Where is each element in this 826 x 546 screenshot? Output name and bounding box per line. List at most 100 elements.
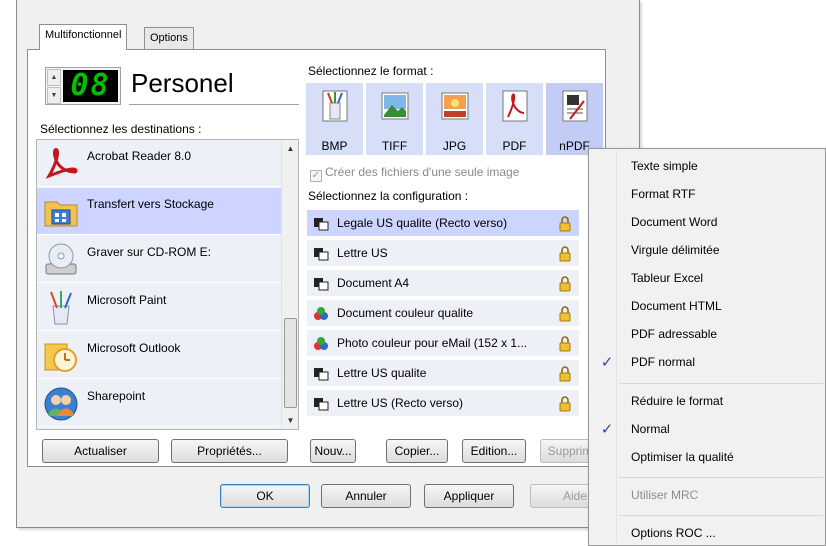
destination-label: Transfert vers Stockage [87,197,214,211]
new-config-button[interactable]: Nouv... [310,439,356,463]
lock-icon [559,396,571,412]
outlook-icon [44,343,77,372]
menu-item-reduire-le-format[interactable]: Réduire le format [631,394,723,408]
format-bmp[interactable]: BMP [306,83,363,155]
menu-item-virgule-delimitee[interactable]: Virgule délimitée [631,243,720,257]
list-item[interactable]: Document couleur qualite [307,300,579,328]
format-options-menu: Texte simple Format RTF Document Word Vi… [588,148,826,546]
scroll-thumb[interactable] [284,318,297,408]
menu-item-optimiser-la-qualite[interactable]: Optimiser la qualité [631,450,734,464]
bw-scan-icon [314,218,329,231]
cancel-button[interactable]: Annuler [321,484,411,508]
single-image-label: Créer des fichiers d'une seule image [325,165,520,179]
destination-list: Acrobat Reader 8.0 Transfert vers Stocka… [36,139,299,430]
format-label-pdf: PDF [502,139,527,153]
menu-item-texte-simple[interactable]: Texte simple [631,159,698,173]
lock-icon [559,366,571,382]
cd-drive-icon [45,243,77,275]
scroll-down-arrow-icon[interactable]: ▼ [282,412,298,429]
format-tiff[interactable]: TIFF [366,83,423,155]
bmp-icon [322,90,348,122]
menu-item-options-roc[interactable]: Options ROC ... [631,526,716,540]
tab-multifonctionnel[interactable]: Multifonctionnel [39,24,128,50]
scroll-up-arrow-icon[interactable]: ▲ [282,140,298,157]
configuration-label: Lettre US [337,246,388,260]
menu-item-normal[interactable]: Normal [631,422,670,436]
counter-down-button[interactable]: ▼ [47,87,61,104]
list-item[interactable]: Sharepoint [37,380,283,427]
list-item[interactable]: Graver sur CD-ROM E: [37,236,283,283]
copy-config-button[interactable]: Copier... [386,439,448,463]
menu-item-format-rtf[interactable]: Format RTF [631,187,695,201]
menu-item-pdf-adressable[interactable]: PDF adressable [631,327,717,341]
profile-name: Personel [131,68,234,98]
checkbox-checked-icon: ✓ [310,170,322,182]
list-item[interactable]: Document A4 [307,270,579,298]
bw-scan-icon [314,248,329,261]
lock-icon [559,216,571,232]
list-item[interactable]: Photo couleur pour eMail (152 x 1... [307,330,579,358]
menu-separator [619,383,823,384]
color-scan-icon [314,307,328,320]
tab-panel: ▲ ▼ 08 Personel Sélectionnez les destina… [27,49,606,467]
menu-separator [619,515,823,516]
jpg-icon [441,92,469,120]
acrobat-icon [45,148,78,179]
list-item[interactable]: Lettre US [307,240,579,268]
single-image-checkbox[interactable]: ✓ Créer des fichiers d'une seule image [310,165,519,182]
destination-label: Microsoft Paint [87,293,167,307]
menu-gutter [616,151,617,543]
format-label: Sélectionnez le format : [308,64,434,78]
list-item[interactable]: Lettre US qualite [307,360,579,388]
menu-item-tableur-excel[interactable]: Tableur Excel [631,271,703,285]
counter-display: 08 [63,70,118,102]
menu-item-document-word[interactable]: Document Word [631,215,717,229]
sharepoint-icon [44,387,78,421]
menu-item-utiliser-mrc[interactable]: Utiliser MRC [631,488,698,502]
destinations-label: Sélectionnez les destinations : [40,122,202,136]
destination-scrollbar[interactable]: ▲ ▼ [281,140,298,429]
color-scan-icon [314,337,328,350]
format-jpg[interactable]: JPG [426,83,483,155]
configuration-label: Lettre US (Recto verso) [337,396,464,410]
destination-label: Graver sur CD-ROM E: [87,245,212,259]
counter-up-button[interactable]: ▲ [47,69,61,86]
refresh-button[interactable]: Actualiser [42,439,159,463]
profile-counter: ▲ ▼ 08 [45,67,121,105]
ok-button[interactable]: OK [220,484,310,508]
configuration-label: Document A4 [337,276,410,290]
lock-icon [559,276,571,292]
bw-scan-icon [314,398,329,411]
bw-scan-icon [314,368,329,381]
tab-options[interactable]: Options [144,27,194,49]
list-item[interactable]: Legale US qualite (Recto verso) [307,210,579,238]
configuration-label: Sélectionnez la configuration : [308,189,469,203]
configuration-label: Photo couleur pour eMail (152 x 1... [337,336,528,350]
npdf-icon [562,90,588,122]
list-item[interactable]: Acrobat Reader 8.0 [37,140,283,187]
configuration-label: Legale US qualite (Recto verso) [337,216,508,230]
format-npdf[interactable]: nPDF [546,83,603,155]
format-label-jpg: JPG [442,139,467,153]
checkmark-icon: ✓ [600,421,614,438]
format-pdf[interactable]: PDF [486,83,543,155]
destination-label: Microsoft Outlook [87,341,181,355]
paint-icon [50,291,72,325]
properties-button[interactable]: Propriétés... [171,439,288,463]
menu-separator [619,477,823,478]
lock-icon [559,246,571,262]
menu-item-document-html[interactable]: Document HTML [631,299,722,313]
edit-config-button[interactable]: Edition... [462,439,526,463]
bw-scan-icon [314,278,329,291]
lock-icon [559,306,571,322]
destination-label: Acrobat Reader 8.0 [87,149,192,163]
destination-label: Sharepoint [87,389,146,403]
configuration-label: Document couleur qualite [337,306,474,320]
list-item[interactable]: Transfert vers Stockage [37,188,283,235]
list-item[interactable]: Microsoft Outlook [37,332,283,379]
list-item[interactable]: Microsoft Paint [37,284,283,331]
format-selector: BMP TIFF JPG PDF nPDF [306,83,603,155]
apply-button[interactable]: Appliquer [424,484,514,508]
list-item[interactable]: Lettre US (Recto verso) [307,390,579,418]
menu-item-pdf-normal[interactable]: PDF normal [631,355,695,369]
